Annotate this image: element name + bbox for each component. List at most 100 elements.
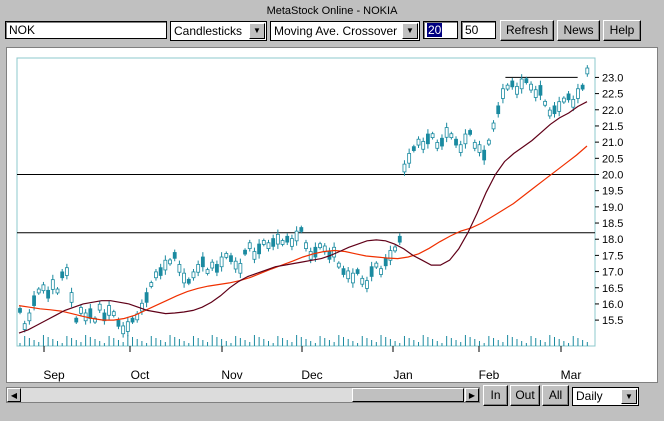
candle [290, 238, 294, 247]
y-tick-label: 22.5 [602, 89, 623, 101]
candle [477, 144, 482, 153]
scroll-right-arrow-icon[interactable]: ▶ [465, 388, 479, 402]
candle [79, 307, 83, 314]
candle [374, 262, 379, 268]
candle [261, 240, 266, 245]
plot-border [16, 57, 596, 347]
symbol-input[interactable]: NOK [5, 21, 167, 39]
y-tick-label: 16.0 [602, 299, 623, 311]
candle [360, 277, 365, 285]
x-tick-label: Dec [301, 368, 322, 382]
candle [571, 99, 576, 108]
candle [294, 230, 299, 242]
candle [440, 137, 444, 147]
candle [421, 141, 426, 150]
y-tick-label: 18.0 [602, 234, 623, 246]
candle [266, 242, 271, 249]
candle [454, 138, 458, 146]
chevron-down-icon[interactable]: ▼ [621, 389, 637, 404]
candle [416, 138, 421, 146]
price-chart[interactable]: 15.5 16.0 16.5 17.0 17.5 18.0 18.5 19.0 19.5 20.0… [7, 48, 657, 382]
y-tick-label: 18.5 [602, 218, 623, 230]
y-tick-label: 16.5 [602, 283, 623, 295]
candle [585, 67, 590, 75]
candle [547, 109, 552, 117]
scroll-left-arrow-icon[interactable]: ◀ [7, 388, 21, 402]
chart-style-select[interactable]: Candlesticks ▼ [170, 21, 267, 41]
candle [350, 272, 355, 284]
chevron-down-icon[interactable]: ▼ [249, 23, 265, 39]
candle [552, 105, 557, 115]
short-period-input[interactable]: 20 [423, 21, 458, 39]
candle [168, 259, 172, 265]
candle [97, 303, 102, 311]
candle [557, 101, 562, 112]
y-tick-label: 20.0 [602, 169, 623, 181]
candle [125, 321, 130, 332]
candle [529, 83, 533, 91]
zoom-out-button[interactable]: Out [510, 385, 540, 406]
interval-select[interactable]: Daily ▼ [572, 387, 639, 406]
candle [140, 302, 144, 312]
candle [510, 80, 515, 88]
candle [215, 264, 219, 273]
indicator-select[interactable]: Moving Ave. Crossover ▼ [270, 21, 420, 41]
candle [22, 323, 27, 330]
candle [566, 93, 571, 101]
candle [365, 280, 369, 289]
help-button[interactable]: Help [603, 20, 641, 41]
candle [346, 270, 351, 280]
long-period-input[interactable]: 50 [461, 21, 496, 39]
candle [397, 235, 402, 243]
candle [60, 271, 65, 279]
candle [275, 233, 280, 245]
chart-panel[interactable]: 15.5 16.0 16.5 17.0 17.5 18.0 18.5 19.0 19.5 20.0… [6, 47, 658, 383]
candle [205, 269, 210, 274]
news-button[interactable]: News [557, 20, 600, 41]
horizontal-scrollbar[interactable]: ◀ ▶ [6, 387, 480, 403]
candle [233, 260, 238, 270]
candle [482, 149, 487, 161]
candle [252, 251, 257, 260]
candle [369, 266, 374, 277]
candle [519, 78, 524, 90]
candle [154, 271, 158, 279]
candle [271, 238, 276, 247]
candle [543, 100, 548, 106]
zoom-all-button[interactable]: All [542, 385, 569, 406]
candle [393, 246, 397, 252]
zoom-in-button[interactable]: In [483, 385, 508, 406]
candle [491, 122, 496, 130]
candle [430, 133, 435, 139]
candle [219, 256, 224, 268]
candle [561, 97, 566, 103]
candle [172, 252, 177, 259]
candle [458, 144, 463, 153]
scroll-thumb[interactable] [352, 388, 464, 402]
chevron-down-icon[interactable]: ▼ [402, 23, 418, 39]
candle [468, 130, 472, 135]
candle [36, 288, 41, 294]
x-tick-label: Nov [221, 368, 242, 382]
candle [191, 271, 196, 279]
candle [111, 311, 116, 316]
candle [505, 84, 510, 90]
candle [186, 278, 191, 284]
candle [121, 325, 126, 335]
candle [18, 308, 22, 313]
y-tick-label: 21.0 [602, 137, 623, 149]
candle [426, 133, 430, 145]
y-tick-label: 19.0 [602, 202, 623, 214]
candle [238, 263, 243, 274]
candle [407, 153, 412, 164]
candle [285, 235, 290, 243]
refresh-button[interactable]: Refresh [500, 20, 554, 41]
candle [116, 320, 121, 327]
candle [163, 259, 168, 271]
candle [229, 255, 233, 262]
candle [435, 142, 440, 149]
candle [299, 227, 304, 232]
candle [580, 84, 585, 90]
x-tick-label: Feb [479, 368, 500, 382]
candle [69, 292, 74, 303]
